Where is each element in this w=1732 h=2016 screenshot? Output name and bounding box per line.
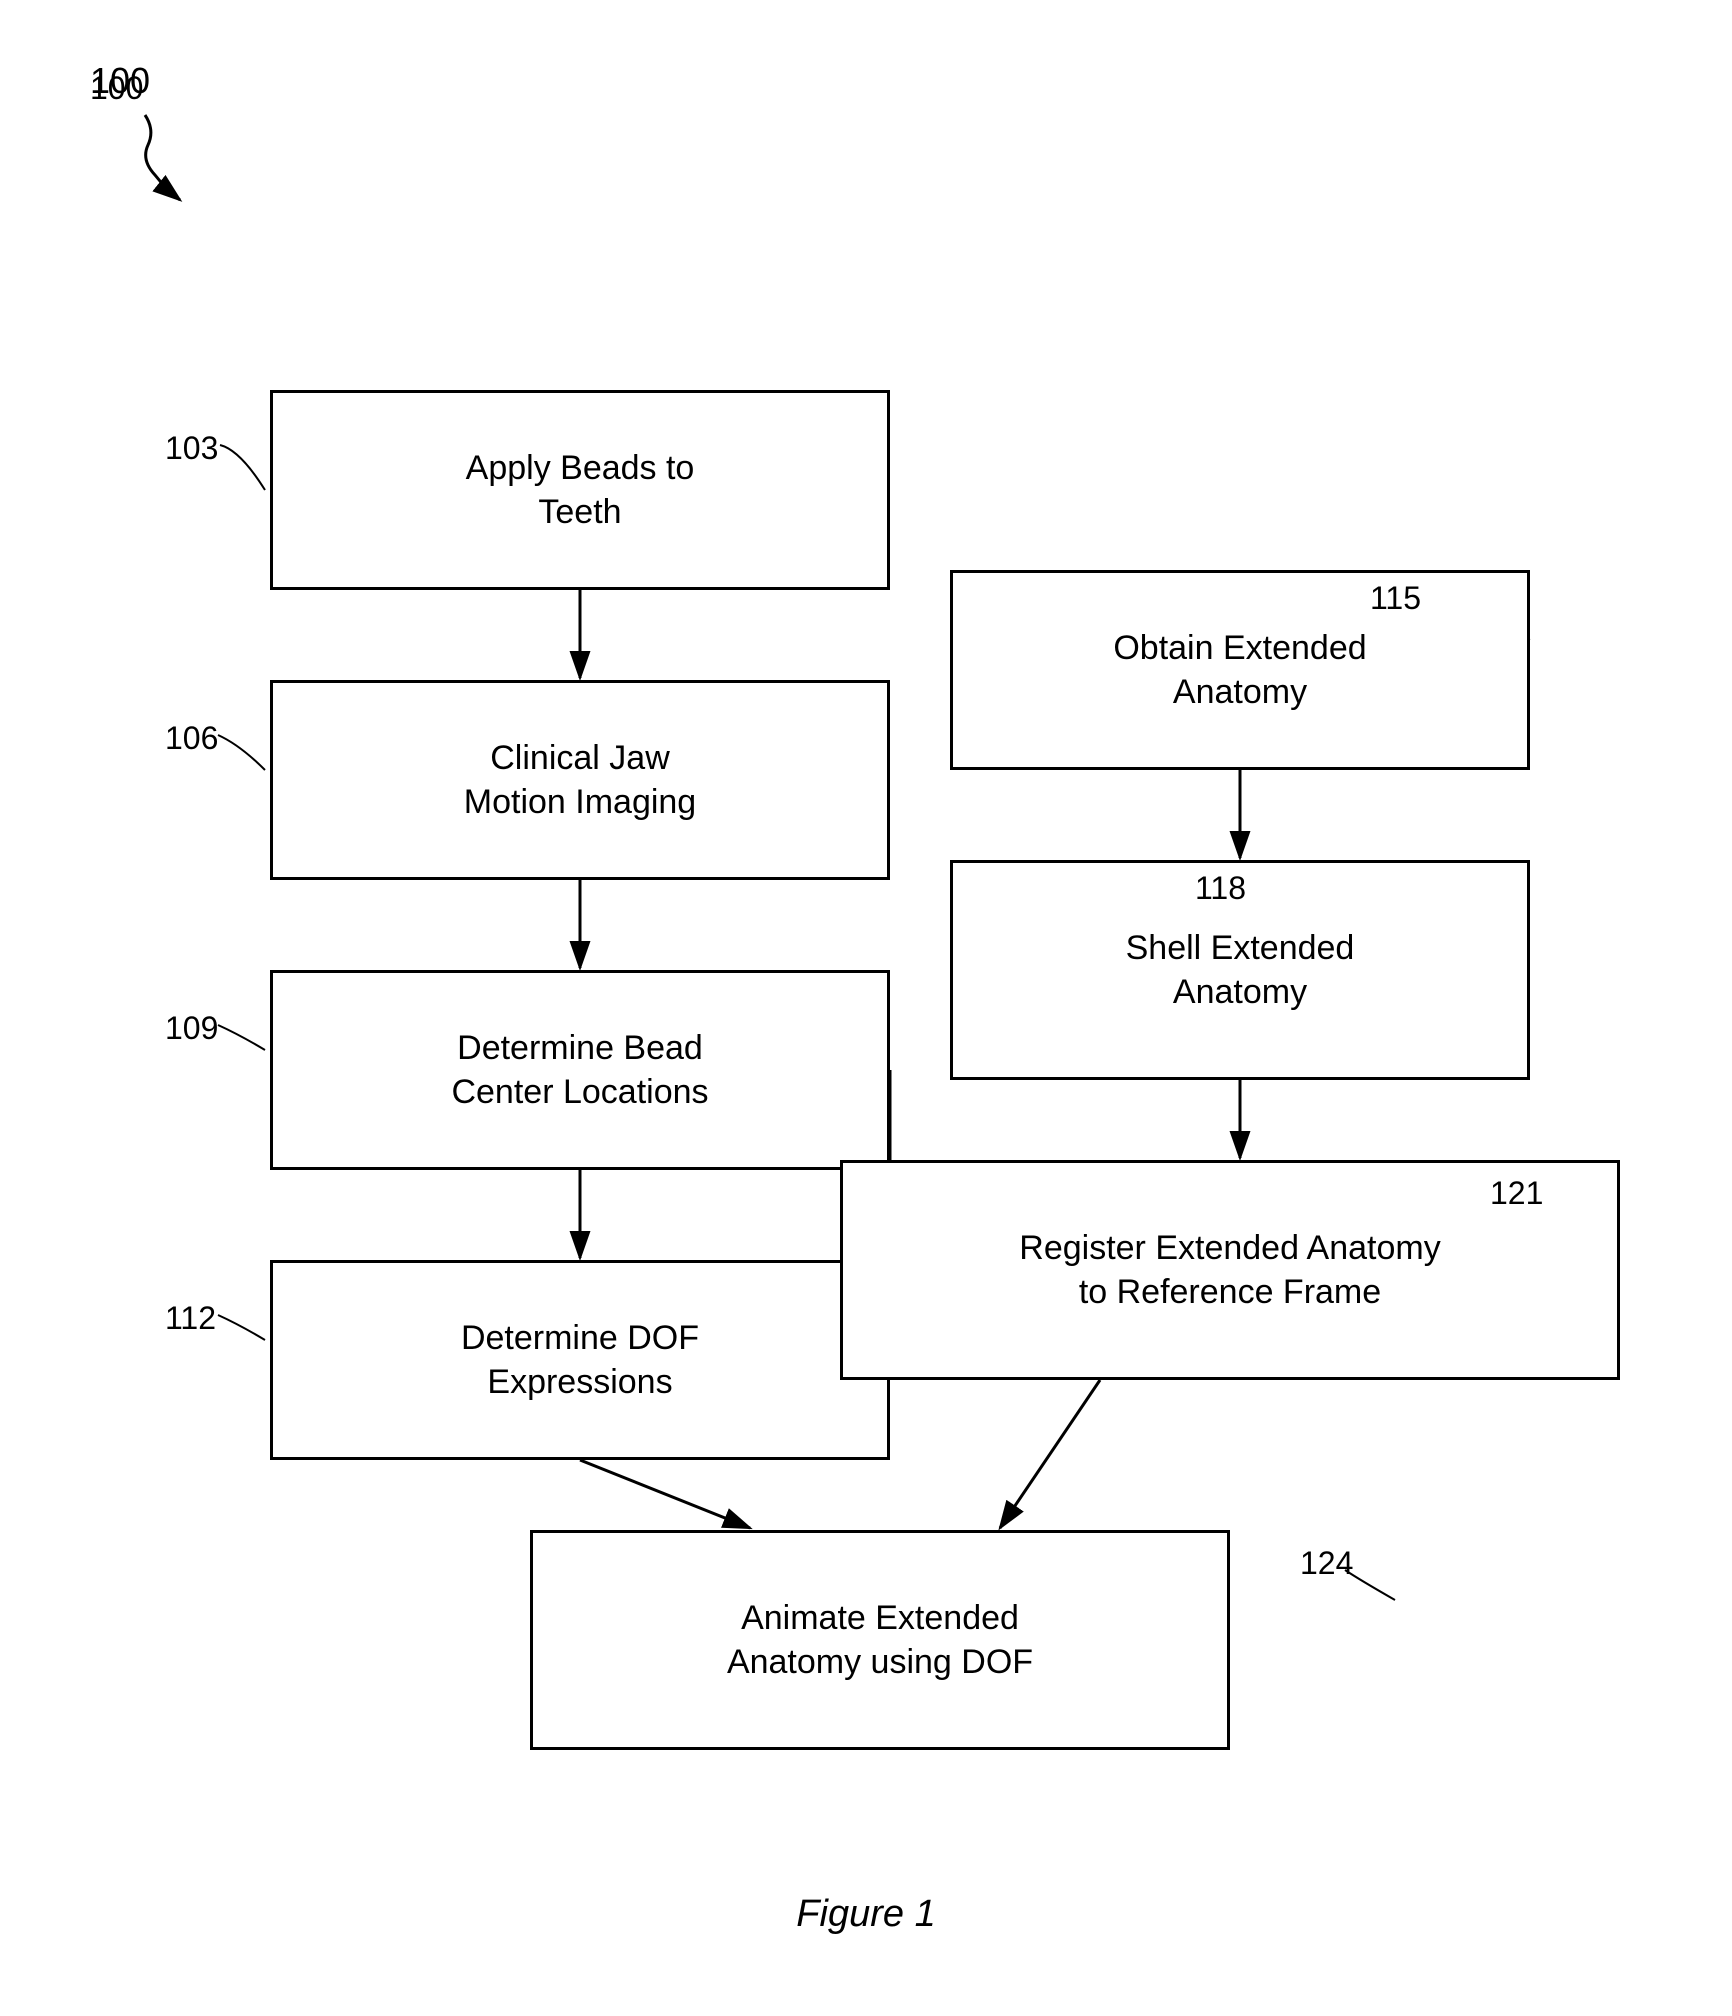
diagram-container: 100 — [0, 0, 1732, 2016]
ref-112: 112 — [165, 1300, 216, 1337]
ref-118: 118 — [1195, 870, 1246, 907]
box-103: Apply Beads toTeeth — [270, 390, 890, 590]
ref-106: 106 — [165, 720, 218, 757]
box-106: Clinical JawMotion Imaging — [270, 680, 890, 880]
ref-109: 109 — [165, 1010, 218, 1047]
ref-115: 115 — [1370, 580, 1421, 617]
ref-103: 103 — [165, 430, 218, 467]
box-109: Determine BeadCenter Locations — [270, 970, 890, 1170]
ref-124: 124 — [1300, 1545, 1353, 1582]
box-115: Obtain ExtendedAnatomy — [950, 570, 1530, 770]
box-124: Animate ExtendedAnatomy using DOF — [530, 1530, 1230, 1750]
figure-caption: Figure 1 — [796, 1893, 935, 1936]
ref-121: 121 — [1490, 1175, 1543, 1212]
box-112: Determine DOFExpressions — [270, 1260, 890, 1460]
ref-100: 100 — [90, 70, 143, 107]
